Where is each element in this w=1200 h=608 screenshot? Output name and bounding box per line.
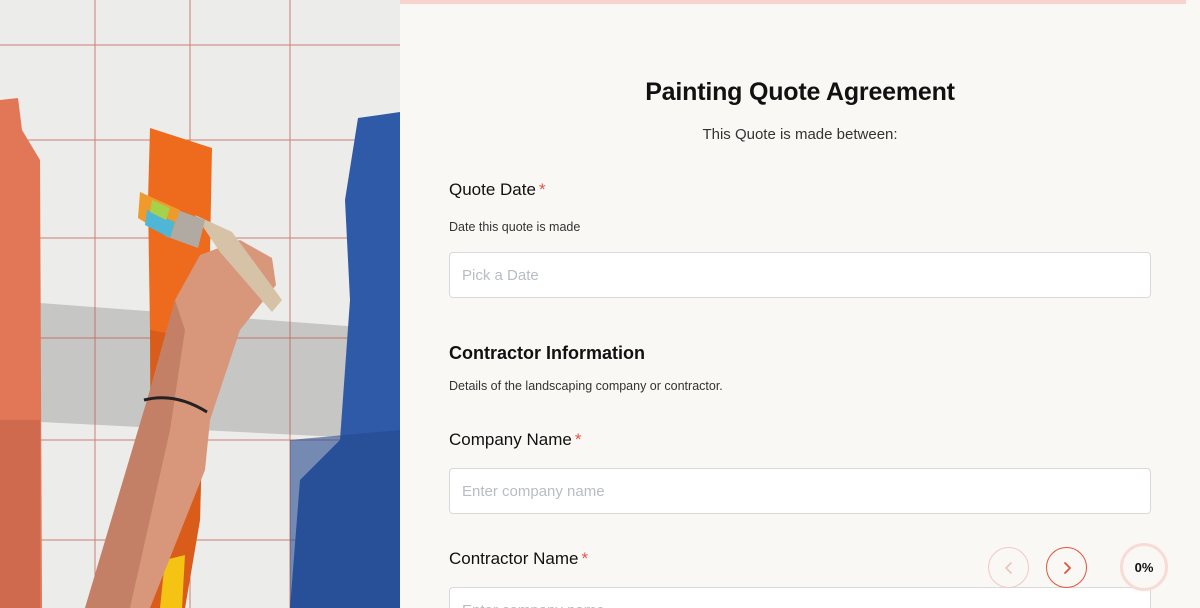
page-subtitle: This Quote is made between: (702, 126, 898, 143)
previous-button[interactable] (988, 547, 1029, 588)
hero-painting-image (0, 0, 400, 608)
chevron-right-icon (1063, 561, 1071, 574)
quote-date-input[interactable] (449, 252, 1151, 298)
company-name-input[interactable] (449, 468, 1151, 514)
contractor-section-title: Contractor Information (449, 343, 645, 363)
contractor-name-label-text: Contractor Name (449, 549, 579, 568)
quote-date-hint: Date this quote is made (449, 220, 581, 234)
quote-date-label: Quote Date * (449, 180, 546, 200)
contractor-name-label: Contractor Name * (449, 549, 588, 569)
chevron-left-icon (1004, 561, 1012, 574)
progress-indicator: 0% (1120, 543, 1168, 591)
contractor-name-input[interactable] (449, 587, 1151, 608)
quote-form: Painting Quote Agreement This Quote is m… (449, 0, 1151, 608)
company-name-label-text: Company Name (449, 430, 572, 449)
page-title: Painting Quote Agreement (645, 78, 955, 106)
quote-date-label-text: Quote Date (449, 180, 536, 199)
next-button[interactable] (1046, 547, 1087, 588)
required-mark: * (581, 549, 589, 568)
contractor-section-hint: Details of the landscaping company or co… (449, 379, 723, 393)
required-mark: * (574, 430, 582, 449)
company-name-label: Company Name * (449, 430, 581, 450)
progress-percent: 0% (1134, 559, 1154, 575)
painting-illustration (0, 0, 400, 608)
required-mark: * (538, 180, 546, 199)
